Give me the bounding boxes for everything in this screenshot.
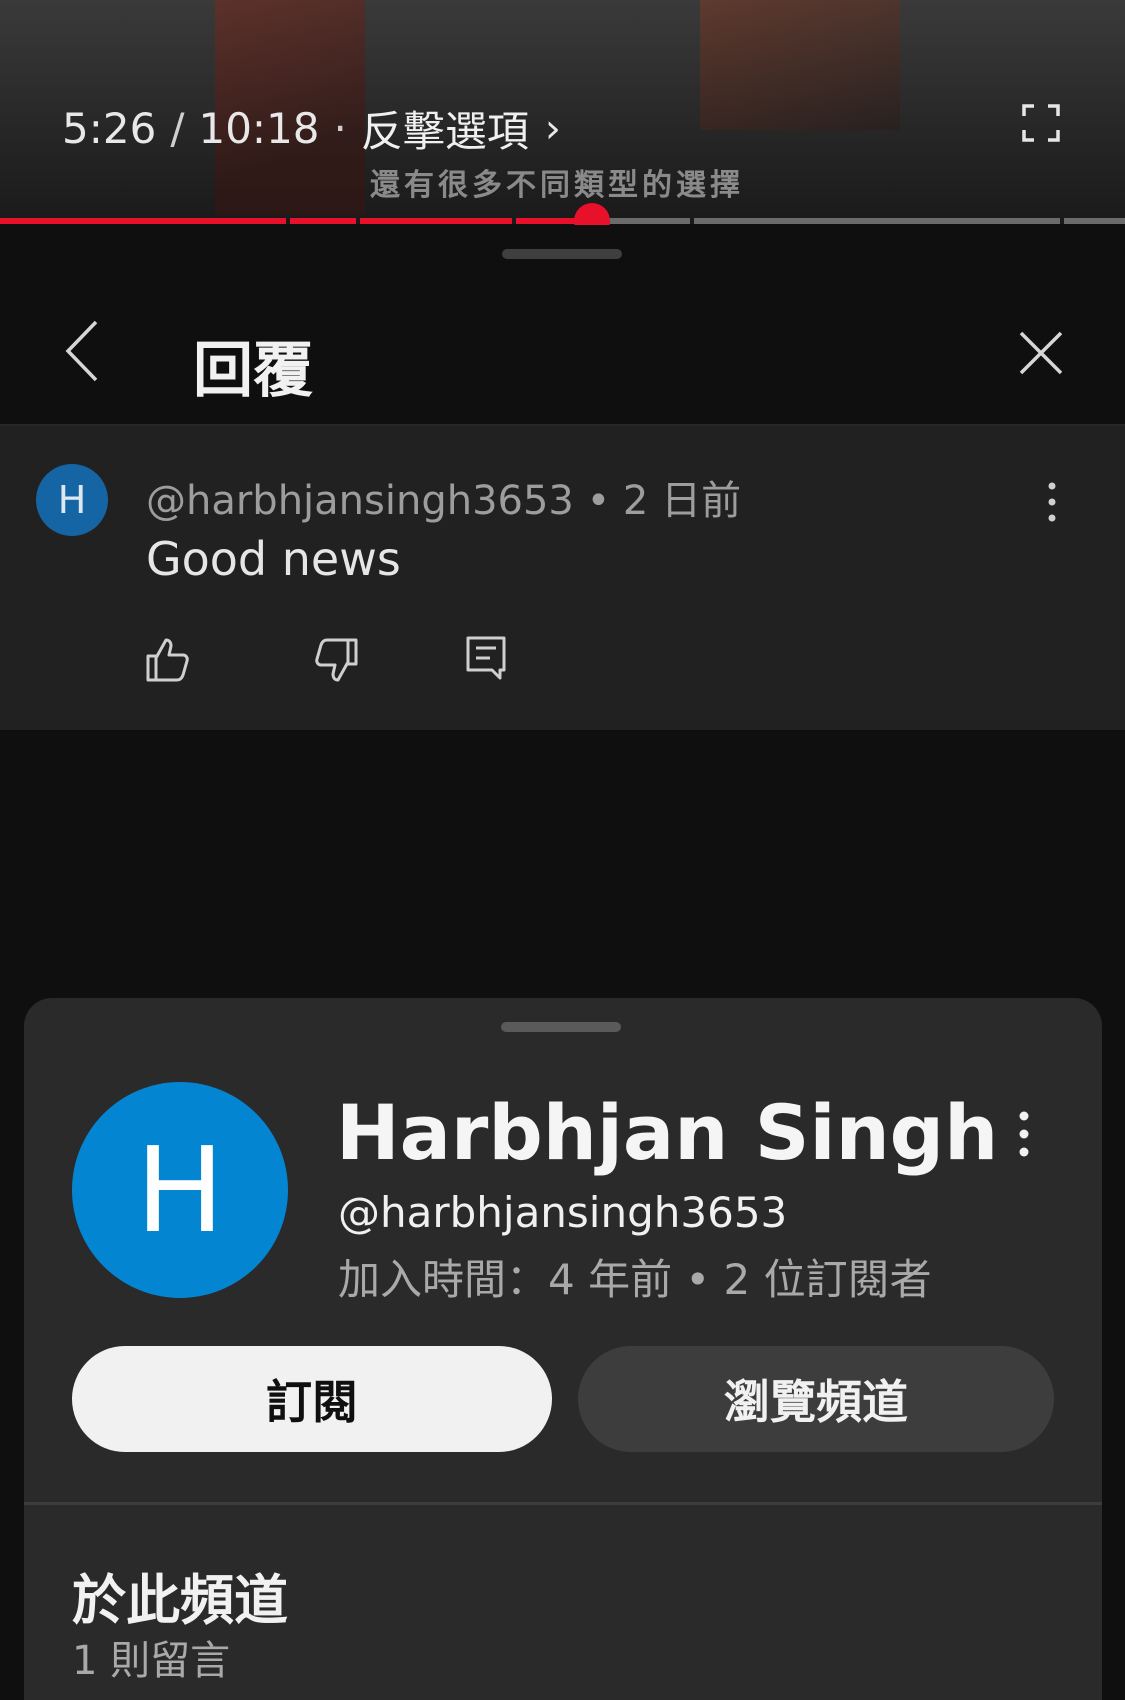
reply-icon[interactable] xyxy=(462,634,510,682)
chapter-marker xyxy=(356,218,360,224)
chapter-marker xyxy=(690,218,694,224)
comment-time: 2 日前 xyxy=(622,478,742,524)
drag-handle[interactable] xyxy=(502,249,622,259)
video-frame-right xyxy=(700,0,900,130)
subscribe-button[interactable]: 訂閱 xyxy=(72,1346,552,1452)
time-separator: / xyxy=(170,104,185,153)
meta-dot: • xyxy=(586,478,611,524)
duration: 10:18 xyxy=(198,104,320,153)
comment-text: Good news xyxy=(146,532,401,586)
sheet-drag-handle[interactable] xyxy=(501,1022,621,1032)
channel-avatar[interactable]: H xyxy=(72,1082,288,1298)
section-title: 於此頻道 xyxy=(72,1569,288,1632)
comment-meta: @harbhjansingh3653 • 2 日前 xyxy=(146,468,741,526)
current-time: 5:26 xyxy=(62,104,157,153)
time-display: 5:26 / 10:18 · 反擊選項 › xyxy=(62,98,561,159)
channel-handle: @harbhjansingh3653 xyxy=(338,1188,788,1237)
chapter-dot: · xyxy=(333,104,347,153)
more-vert-icon[interactable] xyxy=(1040,478,1064,526)
chapter-marker xyxy=(512,218,516,224)
channel-name: Harbhjan Singh xyxy=(336,1088,999,1177)
chapter-title[interactable]: 反擊選項 xyxy=(361,98,529,159)
chapter-marker xyxy=(286,218,290,224)
comment-author[interactable]: @harbhjansingh3653 xyxy=(146,478,574,524)
like-icon[interactable] xyxy=(144,636,192,684)
close-icon[interactable] xyxy=(1018,330,1064,376)
video-player[interactable]: 還有很多不同類型的選擇 5:26 / 10:18 · 反擊選項 › xyxy=(0,0,1125,222)
sheet-divider xyxy=(24,1502,1102,1505)
progress-bar[interactable] xyxy=(0,203,1125,239)
chapter-chevron-icon[interactable]: › xyxy=(545,106,561,152)
fullscreen-icon[interactable] xyxy=(1022,104,1060,142)
dislike-icon[interactable] xyxy=(312,636,360,684)
chevron-left-icon[interactable] xyxy=(62,318,102,384)
browse-channel-button[interactable]: 瀏覽頻道 xyxy=(578,1346,1054,1452)
avatar[interactable]: H xyxy=(36,464,108,536)
panel-title: 回覆 xyxy=(193,336,313,406)
progress-played xyxy=(0,218,592,224)
channel-stats: 加入時間：4 年前 • 2 位訂閱者 xyxy=(338,1255,932,1304)
more-vert-icon[interactable] xyxy=(1010,1108,1038,1160)
chapter-marker xyxy=(1060,218,1064,224)
video-caption: 還有很多不同類型的選擇 xyxy=(370,168,744,203)
section-subtitle: 1 則留言 xyxy=(72,1638,231,1684)
